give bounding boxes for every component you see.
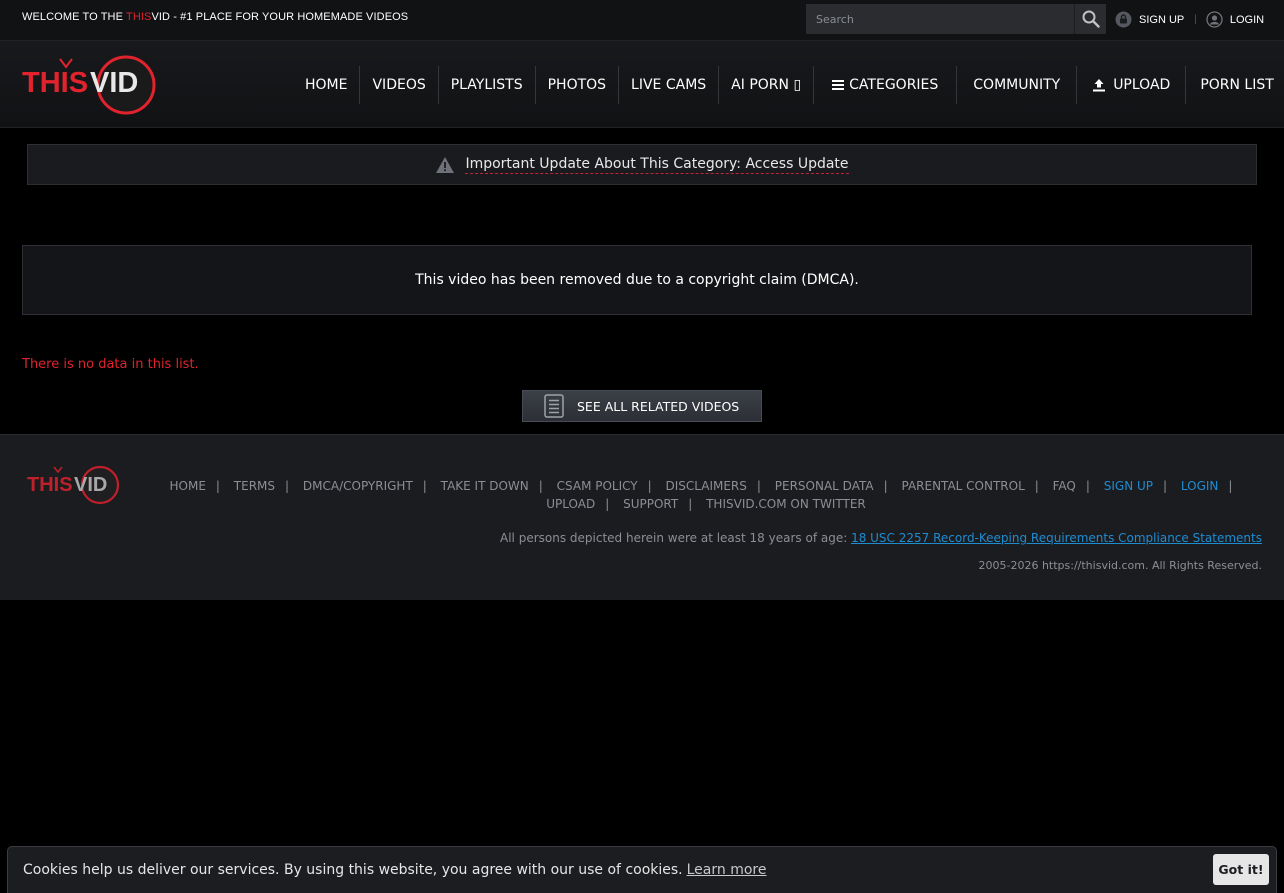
see-all-related-button[interactable]: SEE ALL RELATED VIDEOS <box>522 390 762 422</box>
no-data-message: There is no data in this list. <box>22 357 199 372</box>
footer-logo-vid: VID <box>74 474 107 496</box>
separator: | <box>1194 14 1197 25</box>
footer-separator: | <box>688 497 693 511</box>
footer-link-parental-control[interactable]: PARENTAL CONTROL <box>901 479 1024 493</box>
removed-text: This video has been removed due to a cop… <box>415 272 859 288</box>
nav-community-label: COMMUNITY <box>973 77 1061 93</box>
login-link[interactable]: LOGIN <box>1206 11 1264 28</box>
footer-link-dmca-copyright[interactable]: DMCA/COPYRIGHT <box>303 479 413 493</box>
footer-separator: | <box>1085 479 1090 493</box>
video-removed-message: This video has been removed due to a cop… <box>22 245 1252 315</box>
upload-icon <box>1093 79 1106 92</box>
footer-link-login[interactable]: LOGIN <box>1181 479 1219 493</box>
nav-home-label: HOME <box>305 77 348 93</box>
footer-separator: | <box>1228 479 1233 493</box>
nav-ai-porn[interactable]: AI PORN ▯ <box>718 66 813 104</box>
search-button[interactable] <box>1074 4 1106 34</box>
logo-this: THIS <box>22 67 88 99</box>
main-nav: HOME VIDEOS PLAYLISTS PHOTOS LIVE CAMS A… <box>293 66 1284 104</box>
nav-home[interactable]: HOME <box>293 66 359 104</box>
cookie-text: Cookies help us deliver our services. By… <box>23 862 683 878</box>
related-button-label: SEE ALL RELATED VIDEOS <box>577 398 740 414</box>
nav-videos-label: VIDEOS <box>372 77 426 93</box>
list-icon <box>539 391 569 421</box>
footer-link-home[interactable]: HOME <box>170 479 206 493</box>
search-input[interactable] <box>806 4 1074 34</box>
welcome-highlight: THIS <box>126 11 152 23</box>
cookie-banner: Cookies help us deliver our services. By… <box>7 846 1277 893</box>
signup-link[interactable]: SIGN UP <box>1115 11 1184 28</box>
notice-link[interactable]: Important Update About This Category: Ac… <box>465 156 849 174</box>
footer-separator: | <box>285 479 290 493</box>
nav-playlists[interactable]: PLAYLISTS <box>437 66 535 104</box>
nav-porn-list-label: PORN LIST <box>1200 77 1274 93</box>
age-statement-text: All persons depicted herein were at leas… <box>500 531 852 545</box>
logo-vid: VID <box>90 67 138 99</box>
footer-logo-graphic: THIS VID <box>27 465 120 505</box>
footer-link-upload[interactable]: UPLOAD <box>546 497 595 511</box>
search-box <box>806 4 1106 34</box>
footer-separator: | <box>883 479 888 493</box>
footer-link-take-it-down[interactable]: TAKE IT DOWN <box>441 479 529 493</box>
nav-upload[interactable]: UPLOAD <box>1076 66 1185 104</box>
age-statement: All persons depicted herein were at leas… <box>500 531 1262 545</box>
cookie-message: Cookies help us deliver our services. By… <box>23 862 766 878</box>
footer-link-thisvid-com-on-twitter[interactable]: THISVID.COM ON TWITTER <box>706 497 866 511</box>
signup-label: SIGN UP <box>1139 13 1185 26</box>
nav-photos-label: PHOTOS <box>547 77 607 93</box>
user-icon <box>1206 11 1223 28</box>
welcome-prefix: WELCOME TO THE <box>22 11 126 23</box>
footer-separator: | <box>538 479 543 493</box>
footer-link-csam-policy[interactable]: CSAM POLICY <box>557 479 638 493</box>
footer-logo-this: THIS <box>27 474 73 496</box>
footer-link-terms[interactable]: TERMS <box>234 479 275 493</box>
nav-categories[interactable]: CATEGORIES <box>813 66 956 104</box>
footer-link-personal-data[interactable]: PERSONAL DATA <box>775 479 874 493</box>
footer-link-disclaimers[interactable]: DISCLAIMERS <box>666 479 747 493</box>
footer-link-support[interactable]: SUPPORT <box>623 497 678 511</box>
warning-icon <box>436 156 455 173</box>
footer-logo[interactable]: THIS VID <box>26 463 126 507</box>
nav-videos[interactable]: VIDEOS <box>359 66 437 104</box>
nav-porn-list[interactable]: PORN LIST <box>1185 66 1284 104</box>
footer-nav: HOME | TERMS | DMCA/COPYRIGHT | TAKE IT DOW… <box>166 477 1246 513</box>
nav-community[interactable]: COMMUNITY <box>956 66 1076 104</box>
welcome-suffix: VID - #1 PLACE FOR YOUR HOMEMADE VIDEOS <box>151 11 409 23</box>
footer-separator: | <box>1163 479 1168 493</box>
footer-separator: | <box>647 479 652 493</box>
footer-separator: | <box>215 479 220 493</box>
site-footer: THIS VID HOME | TERMS | DMCA/COPYRIGHT | TA… <box>0 434 1284 600</box>
footer-separator: | <box>756 479 761 493</box>
nav-upload-label: UPLOAD <box>1113 77 1171 93</box>
search-icon <box>1082 10 1100 28</box>
nav-live-cams-label: LIVE CAMS <box>631 77 707 93</box>
nav-categories-label: CATEGORIES <box>849 77 939 93</box>
account-links: SIGN UP | LOGIN <box>1115 11 1264 28</box>
nav-ai-porn-label: AI PORN ▯ <box>731 77 802 93</box>
footer-link-faq[interactable]: FAQ <box>1053 479 1076 493</box>
logo-graphic: THIS VID <box>22 55 156 115</box>
main-header: THIS VID HOME VIDEOS PLAYLISTS PHOTOS LI… <box>0 40 1284 128</box>
footer-separator: | <box>1034 479 1039 493</box>
footer-separator: | <box>422 479 427 493</box>
nav-playlists-label: PLAYLISTS <box>450 77 523 93</box>
nav-live-cams[interactable]: LIVE CAMS <box>618 66 718 104</box>
copyright-text: 2005-2026 https://thisvid.com. All Right… <box>978 559 1262 572</box>
nav-photos[interactable]: PHOTOS <box>534 66 618 104</box>
menu-icon <box>832 78 845 92</box>
site-logo[interactable]: THIS VID <box>22 55 162 115</box>
login-label: LOGIN <box>1229 13 1265 26</box>
footer-link-sign-up[interactable]: SIGN UP <box>1104 479 1153 493</box>
top-bar: WELCOME TO THE THISVID - #1 PLACE FOR YO… <box>0 0 1284 40</box>
category-notice: Important Update About This Category: Ac… <box>27 144 1257 185</box>
compliance-link[interactable]: 18 USC 2257 Record-Keeping Requirements … <box>851 531 1262 545</box>
welcome-message: WELCOME TO THE THISVID - #1 PLACE FOR YO… <box>22 11 408 23</box>
learn-more-link[interactable]: Learn more <box>687 862 767 878</box>
footer-separator: | <box>605 497 610 511</box>
got-it-button[interactable]: Got it! <box>1213 854 1269 885</box>
lock-icon <box>1115 11 1132 28</box>
